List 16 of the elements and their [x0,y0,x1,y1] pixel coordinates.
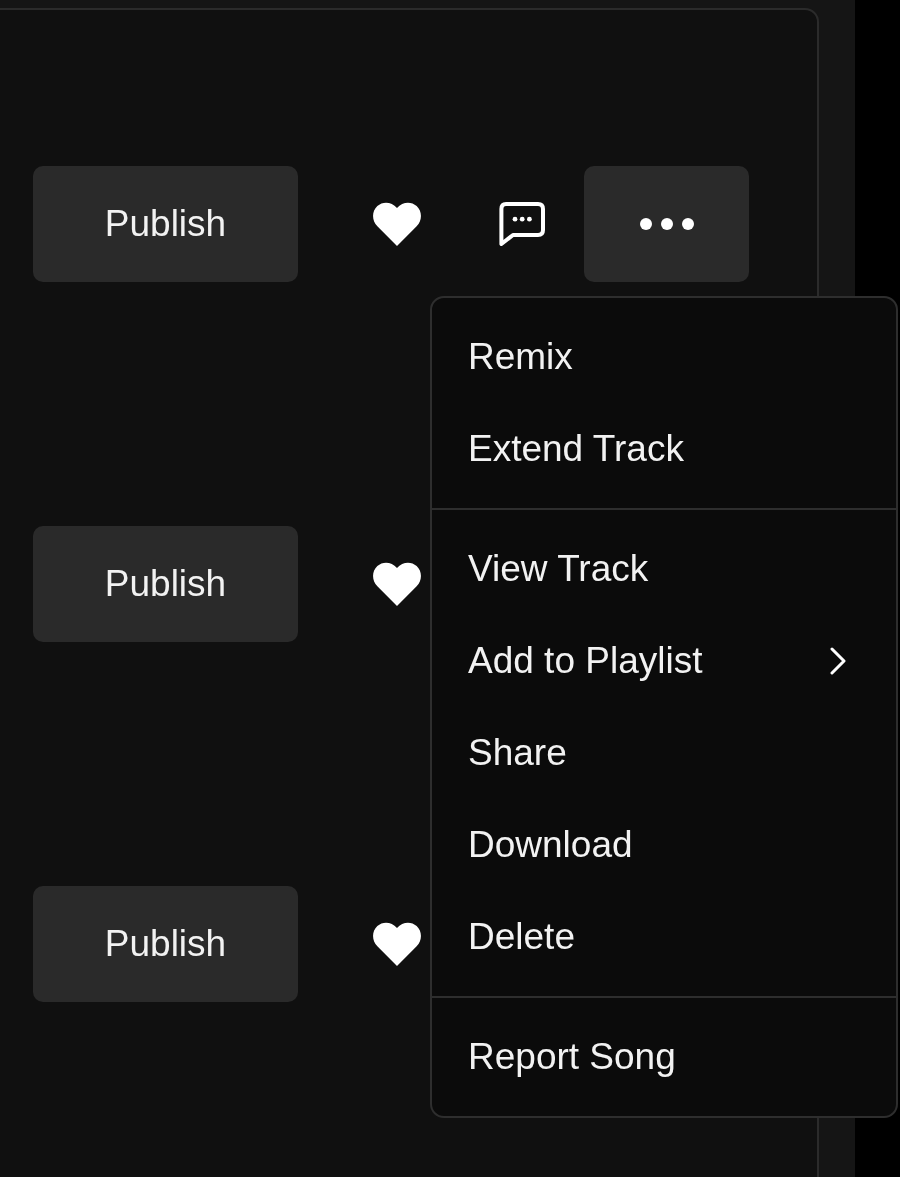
publish-button[interactable]: Publish [33,166,298,282]
menu-item[interactable]: Add to Playlist [432,615,896,707]
menu-item[interactable]: Report Song [432,1011,896,1103]
menu-item[interactable]: Extend Track [432,403,896,495]
heart-icon[interactable] [372,562,422,606]
publish-button[interactable]: Publish [33,886,298,1002]
menu-item[interactable]: Download [432,799,896,891]
menu-item[interactable]: Share [432,707,896,799]
menu-item[interactable]: Remix [432,311,896,403]
heart-icon[interactable] [372,202,422,246]
comment-icon[interactable] [499,202,545,246]
menu-item[interactable]: View Track [432,523,896,615]
heart-icon[interactable] [372,922,422,966]
more-icon[interactable] [639,218,694,230]
publish-button[interactable]: Publish [33,526,298,642]
menu-item[interactable]: Delete [432,891,896,983]
